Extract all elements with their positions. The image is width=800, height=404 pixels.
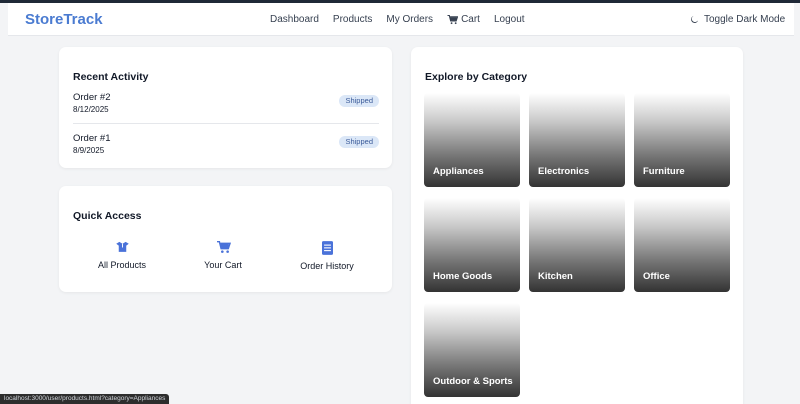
status-badge: Shipped: [339, 136, 379, 148]
explore-by-category-card: Explore by Category Appliances Electroni…: [411, 47, 743, 404]
category-label: Furniture: [643, 166, 685, 177]
activity-row[interactable]: Order #2 8/12/2025 Shipped: [73, 92, 379, 124]
nav-logout[interactable]: Logout: [494, 14, 525, 25]
quick-access-your-cart[interactable]: Your Cart: [178, 241, 268, 270]
moon-icon: [691, 15, 699, 23]
quick-access-title: Quick Access: [73, 210, 142, 222]
category-tile-home-goods[interactable]: Home Goods: [424, 198, 520, 292]
quick-access-label: All Products: [97, 260, 147, 270]
brand-logo[interactable]: StoreTrack: [25, 11, 103, 28]
nav-cart-label: Cart: [461, 14, 480, 25]
cart-icon: [216, 241, 231, 253]
box-icon: [115, 241, 129, 252]
cart-icon: [447, 14, 459, 24]
recent-activity-card: Recent Activity Order #2 8/12/2025 Shipp…: [59, 47, 392, 168]
quick-access-label: Your Cart: [204, 260, 242, 270]
status-badge: Shipped: [339, 95, 379, 107]
nav-dashboard[interactable]: Dashboard: [270, 14, 319, 25]
category-tile-kitchen[interactable]: Kitchen: [529, 198, 625, 292]
quick-access-card: Quick Access All Products Your Cart Orde…: [59, 186, 392, 292]
order-name: Order #1: [73, 133, 111, 144]
quick-access-label: Order History: [300, 261, 354, 271]
category-tile-electronics[interactable]: Electronics: [529, 93, 625, 187]
order-name: Order #2: [73, 92, 111, 103]
category-tile-outdoor-sports[interactable]: Outdoor & Sports: [424, 303, 520, 397]
nav-cart[interactable]: Cart: [447, 14, 480, 25]
activity-row[interactable]: Order #1 8/9/2025 Shipped: [73, 133, 379, 165]
category-label: Kitchen: [538, 271, 573, 282]
navbar: StoreTrack Dashboard Products My Orders …: [8, 3, 794, 36]
explore-title: Explore by Category: [425, 71, 528, 83]
category-label: Outdoor & Sports: [433, 376, 513, 387]
category-tile-office[interactable]: Office: [634, 198, 730, 292]
category-tile-appliances[interactable]: Appliances: [424, 93, 520, 187]
quick-access-all-products[interactable]: All Products: [77, 241, 167, 270]
recent-activity-title: Recent Activity: [73, 71, 149, 83]
category-label: Office: [643, 271, 670, 282]
document-icon: [321, 241, 333, 255]
order-date: 8/9/2025: [73, 146, 105, 155]
quick-access-order-history[interactable]: Order History: [282, 241, 372, 271]
nav-my-orders[interactable]: My Orders: [386, 14, 433, 25]
category-label: Home Goods: [433, 271, 493, 282]
nav-links: Dashboard Products My Orders Cart Logout: [270, 14, 525, 25]
category-label: Electronics: [538, 166, 590, 177]
order-date: 8/12/2025: [73, 105, 109, 114]
category-label: Appliances: [433, 166, 484, 177]
browser-status-bar: localhost:3000/user/products.html?catego…: [0, 394, 170, 404]
nav-products[interactable]: Products: [333, 14, 372, 25]
category-tile-furniture[interactable]: Furniture: [634, 93, 730, 187]
toggle-dark-mode-button[interactable]: Toggle Dark Mode: [690, 14, 785, 25]
activity-divider: [73, 123, 379, 124]
toggle-dark-mode-label: Toggle Dark Mode: [704, 14, 786, 25]
